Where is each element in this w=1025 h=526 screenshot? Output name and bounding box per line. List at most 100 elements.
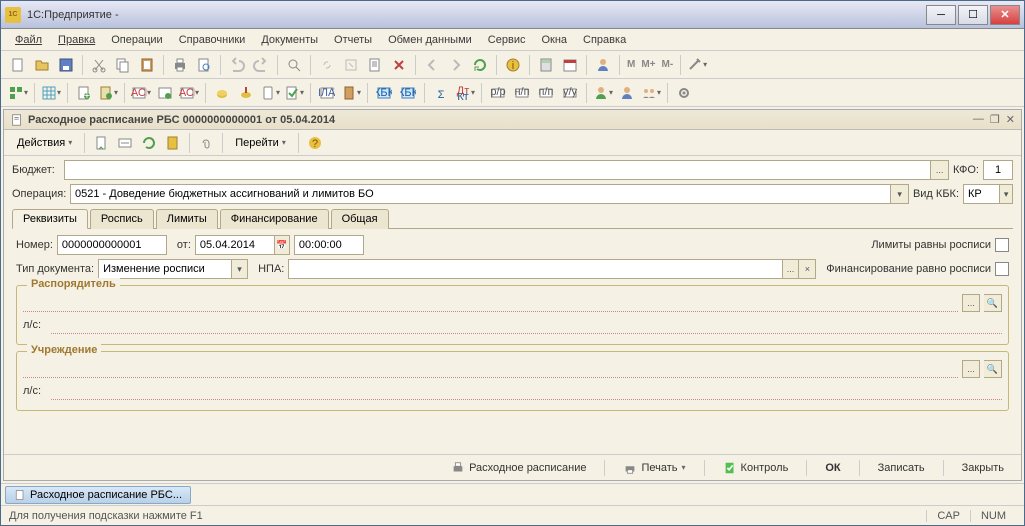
- dk-icon[interactable]: ДтКт▾: [454, 82, 476, 104]
- print-button[interactable]: Печать▾: [614, 458, 694, 478]
- copy-icon[interactable]: [112, 54, 134, 76]
- props-icon[interactable]: [364, 54, 386, 76]
- kbk1-icon[interactable]: КБК: [373, 82, 395, 104]
- tab-financing[interactable]: Финансирование: [220, 209, 329, 229]
- doctype-input[interactable]: [99, 260, 231, 278]
- rasp-ls-input[interactable]: [51, 316, 1002, 334]
- close-doc-icon[interactable]: [388, 54, 410, 76]
- pp-icon[interactable]: п/п: [535, 82, 557, 104]
- plat-icon[interactable]: ПЛАТ: [316, 82, 338, 104]
- person1-icon[interactable]: ▾: [592, 82, 614, 104]
- menu-operations[interactable]: Операции: [105, 32, 168, 48]
- doc-maximize-button[interactable]: ❐: [990, 113, 1000, 126]
- nav-fwd-icon[interactable]: [445, 54, 467, 76]
- open-icon[interactable]: [31, 54, 53, 76]
- settings-icon[interactable]: ▾: [686, 54, 708, 76]
- refresh-icon[interactable]: [469, 54, 491, 76]
- find-icon[interactable]: [283, 54, 305, 76]
- control-button[interactable]: Контроль: [714, 458, 798, 478]
- money1-icon[interactable]: [211, 82, 233, 104]
- operation-dropdown-button[interactable]: ▾: [890, 185, 908, 203]
- doctype-dropdown-button[interactable]: ▾: [231, 260, 247, 278]
- marker-mplus[interactable]: M+: [639, 59, 657, 70]
- operation-input[interactable]: [71, 185, 890, 203]
- gear-icon[interactable]: [673, 82, 695, 104]
- close-button[interactable]: ✕: [990, 5, 1020, 25]
- calendar-icon[interactable]: [559, 54, 581, 76]
- reg3-icon[interactable]: РАСП▾: [178, 82, 200, 104]
- uchr-select-button[interactable]: ...: [962, 360, 980, 378]
- budget-input[interactable]: [65, 161, 930, 179]
- about-icon[interactable]: i: [502, 54, 524, 76]
- kbk2-icon[interactable]: КБК: [397, 82, 419, 104]
- npa-input[interactable]: [289, 260, 781, 278]
- redo-icon[interactable]: [250, 54, 272, 76]
- budget-select-button[interactable]: ...: [930, 161, 948, 179]
- paste-icon[interactable]: [136, 54, 158, 76]
- doc-add-icon[interactable]: ▾: [97, 82, 119, 104]
- task-button[interactable]: Расходное расписание РБС...: [5, 486, 191, 504]
- menu-reports[interactable]: Отчеты: [328, 32, 378, 48]
- menu-windows[interactable]: Окна: [535, 32, 573, 48]
- doc-minimize-button[interactable]: —: [973, 113, 984, 126]
- print-icon[interactable]: [169, 54, 191, 76]
- fin-eq-checkbox[interactable]: [995, 262, 1009, 276]
- help-icon[interactable]: ?: [304, 132, 326, 154]
- nav-back-icon[interactable]: [421, 54, 443, 76]
- link-icon[interactable]: [316, 54, 338, 76]
- reg1-icon[interactable]: РАСП▾: [130, 82, 152, 104]
- doc-new-icon[interactable]: +: [73, 82, 95, 104]
- preview-icon[interactable]: [193, 54, 215, 76]
- post-icon[interactable]: [114, 132, 136, 154]
- tab-requisites[interactable]: Реквизиты: [12, 209, 88, 229]
- minimize-button[interactable]: ─: [926, 5, 956, 25]
- new-icon[interactable]: [7, 54, 29, 76]
- marker-m[interactable]: M: [625, 59, 637, 70]
- menu-service[interactable]: Сервис: [482, 32, 532, 48]
- menu-docs[interactable]: Документы: [255, 32, 324, 48]
- close-doc-button[interactable]: Закрыть: [953, 458, 1013, 478]
- reg2-icon[interactable]: [154, 82, 176, 104]
- sigma-icon[interactable]: Σ: [430, 82, 452, 104]
- limits-eq-checkbox[interactable]: [995, 238, 1009, 252]
- yy-icon[interactable]: у/у: [559, 82, 581, 104]
- rasp-search-button[interactable]: 🔍: [984, 294, 1002, 312]
- attach-icon[interactable]: [195, 132, 217, 154]
- tab-limits[interactable]: Лимиты: [156, 209, 218, 229]
- money2-icon[interactable]: [235, 82, 257, 104]
- props-doc-icon[interactable]: [162, 132, 184, 154]
- time-input[interactable]: [295, 236, 363, 254]
- goto-button[interactable]: Перейти▾: [228, 133, 293, 153]
- ok-button[interactable]: ОК: [816, 458, 849, 478]
- save-doc-icon[interactable]: [90, 132, 112, 154]
- calc-icon[interactable]: [535, 54, 557, 76]
- rasp-report-button[interactable]: Расходное расписание: [442, 458, 595, 478]
- group-icon[interactable]: ▾: [640, 82, 662, 104]
- save-icon[interactable]: [55, 54, 77, 76]
- date-picker-button[interactable]: 📅: [274, 236, 289, 254]
- grid-icon[interactable]: ▾: [40, 82, 62, 104]
- npa-clear-button[interactable]: ×: [798, 260, 815, 278]
- number-input[interactable]: [58, 236, 166, 254]
- maximize-button[interactable]: ☐: [958, 5, 988, 25]
- rasp-name-input[interactable]: [23, 294, 958, 312]
- tablet-icon[interactable]: ▾: [259, 82, 281, 104]
- menu-edit[interactable]: Правка: [52, 32, 101, 48]
- tree-icon[interactable]: ▾: [7, 82, 29, 104]
- menu-exchange[interactable]: Обмен данными: [382, 32, 478, 48]
- menu-refs[interactable]: Справочники: [173, 32, 252, 48]
- menu-help[interactable]: Справка: [577, 32, 632, 48]
- kfo-input[interactable]: [984, 161, 1012, 179]
- cut-icon[interactable]: [88, 54, 110, 76]
- rp1-icon[interactable]: р/р: [487, 82, 509, 104]
- uchr-name-input[interactable]: [23, 360, 958, 378]
- marker-mminus[interactable]: M-: [660, 59, 676, 70]
- uchr-ls-input[interactable]: [51, 382, 1002, 400]
- person2-icon[interactable]: [616, 82, 638, 104]
- doc-mark-icon[interactable]: ▾: [283, 82, 305, 104]
- tab-common[interactable]: Общая: [331, 209, 389, 229]
- doc-close-button[interactable]: ✕: [1006, 113, 1015, 126]
- undo-icon[interactable]: [226, 54, 248, 76]
- kbk-input[interactable]: [964, 185, 999, 203]
- kbk-dropdown-button[interactable]: ▾: [999, 185, 1012, 203]
